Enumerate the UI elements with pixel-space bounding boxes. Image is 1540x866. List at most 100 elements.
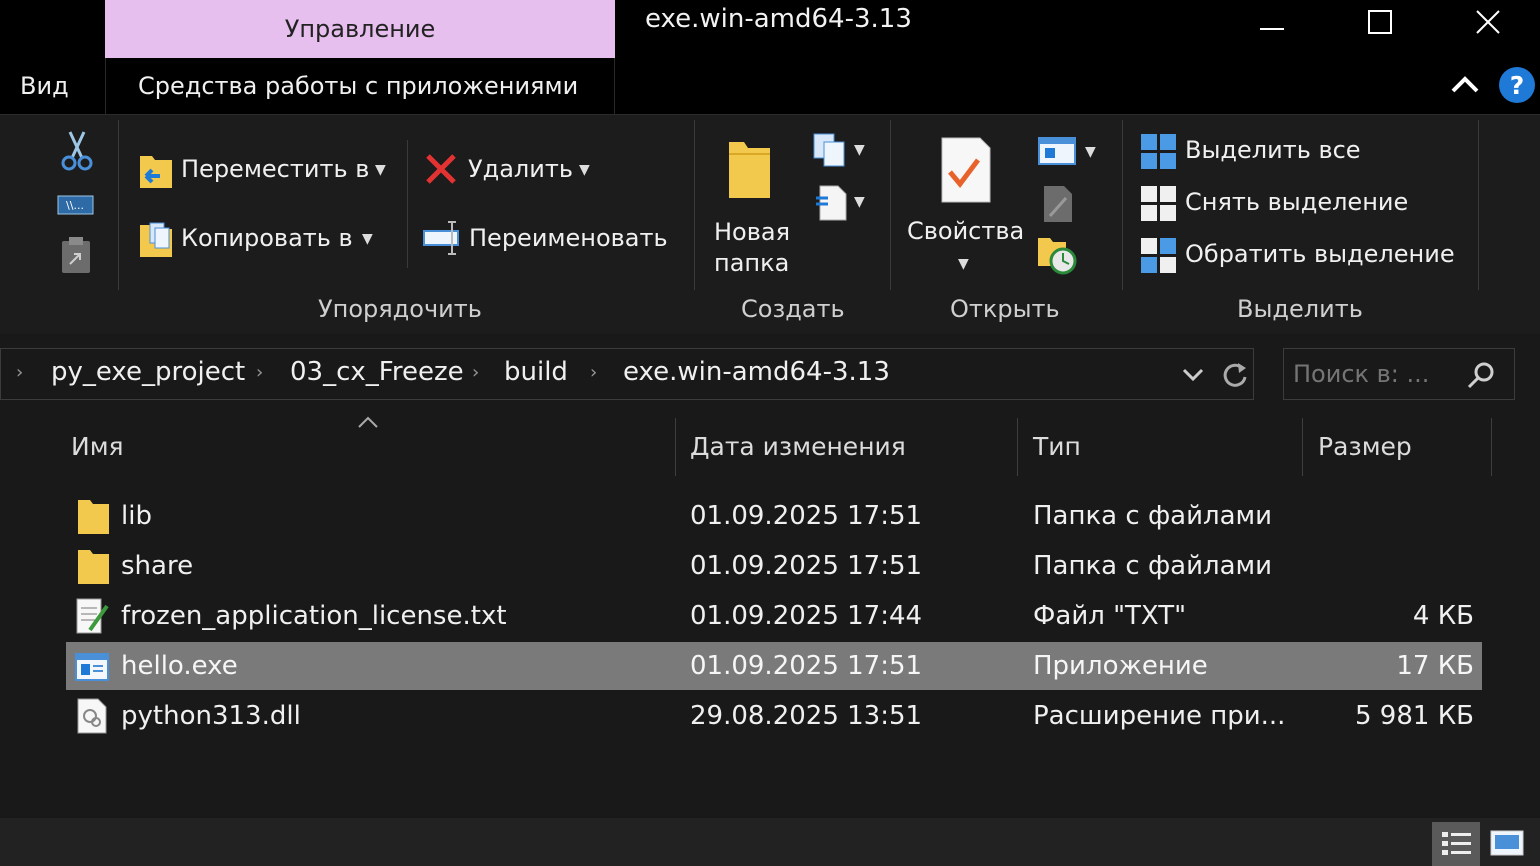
- search-input[interactable]: [1293, 354, 1453, 394]
- column-separator[interactable]: [675, 418, 676, 476]
- chevron-down-icon: ▼: [1085, 144, 1096, 160]
- file-name: python313.dll: [121, 701, 301, 731]
- file-row[interactable]: python313.dll 29.08.2025 13:51 Расширени…: [66, 692, 1482, 740]
- context-tab-manage[interactable]: Управление: [105, 0, 615, 58]
- breadcrumb-chevron-icon[interactable]: ›: [590, 362, 597, 383]
- file-date: 01.09.2025 17:51: [690, 651, 923, 681]
- collapse-ribbon-button[interactable]: [1450, 72, 1480, 100]
- chevron-up-icon: [1451, 76, 1479, 93]
- column-header-name[interactable]: Имя: [71, 432, 124, 461]
- column-header-date[interactable]: Дата изменения: [690, 432, 906, 461]
- close-button[interactable]: [1448, 0, 1528, 44]
- text-file-icon: [76, 598, 109, 634]
- address-history-dropdown[interactable]: [1180, 364, 1206, 388]
- copy-to-label: Копировать в: [181, 224, 353, 252]
- cut-button[interactable]: [60, 130, 94, 176]
- delete-x-icon: [426, 154, 456, 184]
- select-none-icon: [1141, 186, 1176, 221]
- open-button[interactable]: ▼: [1037, 136, 1096, 170]
- file-type: Папка с файлами: [1033, 551, 1273, 581]
- ribbon-separator: [1122, 120, 1123, 290]
- file-type: Приложение: [1033, 651, 1208, 681]
- chevron-down-icon: ▼: [375, 162, 386, 178]
- file-type: Расширение при...: [1033, 701, 1286, 731]
- refresh-icon: [1223, 363, 1247, 387]
- select-all-icon: [1141, 134, 1176, 169]
- breadcrumb-chevron-icon[interactable]: ›: [472, 362, 479, 383]
- copy-path-button[interactable]: \\...: [57, 194, 95, 220]
- file-row-selected[interactable]: hello.exe 01.09.2025 17:51 Приложение 17…: [66, 642, 1482, 690]
- svg-text:?: ?: [1510, 71, 1525, 100]
- chevron-down-icon: ▼: [854, 142, 865, 158]
- dll-icon: [77, 698, 107, 734]
- invert-selection-icon: [1141, 238, 1176, 273]
- column-separator[interactable]: [1491, 418, 1492, 476]
- file-date: 01.09.2025 17:44: [690, 601, 923, 631]
- file-name: share: [121, 551, 194, 581]
- large-icons-view-button[interactable]: [1488, 826, 1528, 866]
- paste-shortcut-button[interactable]: [60, 236, 92, 278]
- new-folder-button[interactable]: Новая папка: [714, 136, 804, 277]
- new-item-icon: [813, 133, 845, 167]
- file-name: frozen_application_license.txt: [121, 601, 507, 631]
- file-size: 17 КБ: [1396, 651, 1474, 681]
- file-type: Файл "TXT": [1033, 601, 1187, 631]
- help-button[interactable]: ?: [1498, 66, 1536, 108]
- column-header-type[interactable]: Тип: [1033, 432, 1081, 461]
- group-label-create: Создать: [741, 295, 845, 323]
- column-separator[interactable]: [1017, 418, 1018, 476]
- ribbon-separator: [407, 140, 408, 268]
- svg-text:\\...: \\...: [66, 199, 84, 212]
- maximize-button[interactable]: [1340, 0, 1420, 44]
- sort-ascending-icon: [356, 414, 380, 434]
- folder-icon: [78, 500, 109, 534]
- easy-access-button[interactable]: ▼: [814, 184, 865, 226]
- tab-view[interactable]: Вид: [20, 72, 69, 100]
- maximize-icon: [1368, 10, 1392, 34]
- history-icon: [1038, 238, 1077, 275]
- move-to-label: Переместить в: [181, 155, 370, 183]
- new-folder-label-line2: папка: [714, 249, 790, 277]
- breadcrumb-item[interactable]: build: [504, 357, 568, 387]
- help-icon: ?: [1499, 67, 1535, 103]
- column-header-size[interactable]: Размер: [1318, 432, 1412, 461]
- open-window-icon: [1038, 137, 1076, 165]
- breadcrumb-chevron-icon[interactable]: ›: [256, 362, 263, 383]
- file-date: 01.09.2025 17:51: [690, 501, 923, 531]
- ribbon-separator: [1478, 120, 1479, 290]
- file-row[interactable]: lib 01.09.2025 17:51 Папка с файлами: [66, 492, 1482, 540]
- chevron-down-icon: ▼: [958, 256, 969, 272]
- group-label-open: Открыть: [950, 295, 1060, 323]
- copy-to-icon: [140, 222, 172, 257]
- tab-divider: [614, 58, 615, 114]
- properties-button[interactable]: Свойства ▼: [906, 134, 1026, 274]
- column-separator[interactable]: [1302, 418, 1303, 476]
- chevron-down-icon: ▼: [362, 231, 373, 247]
- ribbon-separator: [694, 120, 695, 290]
- select-all-label: Выделить все: [1185, 136, 1361, 164]
- file-row[interactable]: frozen_application_license.txt 01.09.202…: [66, 592, 1482, 640]
- breadcrumb-item[interactable]: 03_cx_Freeze: [290, 357, 464, 387]
- file-row[interactable]: share 01.09.2025 17:51 Папка с файлами: [66, 542, 1482, 590]
- select-none-label: Снять выделение: [1185, 188, 1409, 216]
- chevron-down-icon: ▼: [854, 194, 865, 210]
- new-item-button[interactable]: ▼: [812, 132, 865, 172]
- breadcrumb-chevron-icon[interactable]: ›: [16, 362, 23, 383]
- copy-path-icon: \\...: [57, 195, 94, 215]
- edit-button[interactable]: [1040, 184, 1076, 228]
- history-button[interactable]: [1036, 234, 1078, 280]
- tab-app-tools[interactable]: Средства работы с приложениями: [138, 72, 578, 100]
- breadcrumb-item[interactable]: exe.win-amd64-3.13: [623, 357, 890, 387]
- search-icon[interactable]: [1466, 360, 1496, 394]
- scissors-icon: [61, 131, 93, 171]
- easy-access-icon: [816, 185, 847, 221]
- refresh-button[interactable]: [1220, 360, 1250, 394]
- group-label-select: Выделить: [1237, 295, 1363, 323]
- details-view-button[interactable]: [1432, 822, 1480, 866]
- exe-icon: [75, 653, 109, 681]
- minimize-button[interactable]: [1232, 0, 1312, 44]
- file-name: hello.exe: [121, 651, 238, 681]
- rename-label: Переименовать: [469, 224, 668, 252]
- breadcrumb-item[interactable]: py_exe_project: [51, 357, 245, 387]
- invert-selection-label: Обратить выделение: [1185, 240, 1455, 268]
